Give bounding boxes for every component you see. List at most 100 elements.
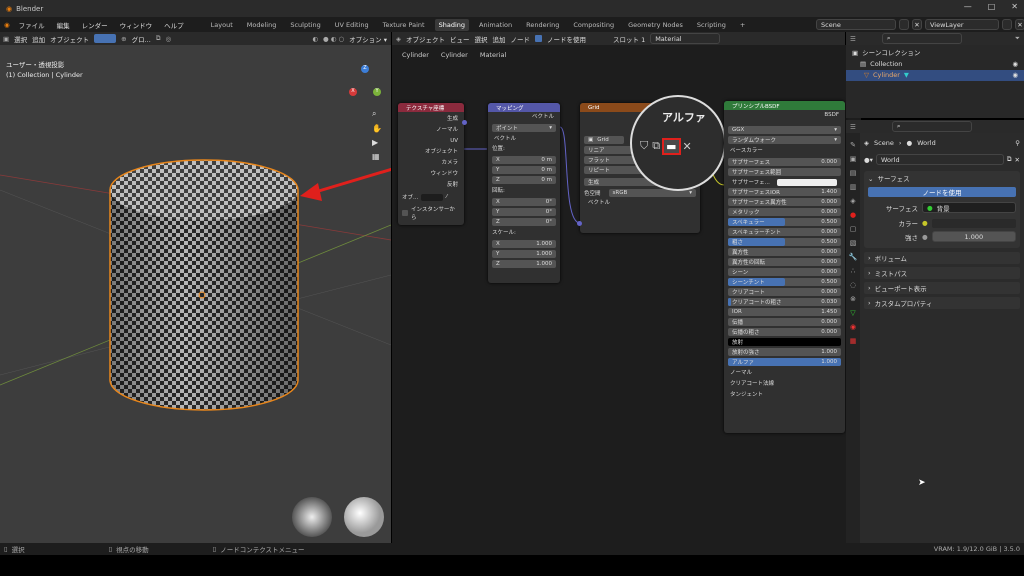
open-folder-icon[interactable]: ▬	[662, 137, 681, 155]
unlink-close-icon[interactable]: ✕	[683, 140, 692, 153]
tab-animation[interactable]: Animation	[475, 19, 516, 31]
outliner-search-input[interactable]: ⌕	[881, 33, 962, 44]
tab-compositing[interactable]: Compositing	[569, 19, 618, 31]
world-tab-icon[interactable]: ●	[850, 211, 856, 219]
mapping-rot-z[interactable]: Z 0°	[492, 218, 556, 226]
physics-tab-icon[interactable]: ◌	[850, 281, 856, 289]
material-selector[interactable]: Material	[650, 33, 721, 44]
menu-help[interactable]: ヘルプ	[161, 20, 187, 30]
tab-texture-paint[interactable]: Texture Paint	[379, 19, 429, 31]
vp-proportional-icon[interactable]: ◎	[165, 35, 171, 43]
viewport-display-panel-header[interactable]: › ビューポート表示	[864, 282, 1020, 294]
node-editor-type-icon[interactable]: ◈	[396, 35, 401, 43]
bsdf-input-row[interactable]: サブサーフェス 0.000	[728, 158, 841, 166]
ne-menu-view[interactable]: ビュー	[450, 34, 470, 44]
world-selector[interactable]: World	[875, 154, 1004, 165]
bsdf-input-row[interactable]: クリアコートの粗さ 0.030	[728, 298, 841, 306]
instancer-checkbox[interactable]	[402, 210, 408, 216]
mapping-scale-x[interactable]: X 1.000	[492, 240, 556, 248]
tab-layout[interactable]: Layout	[207, 19, 237, 31]
surface-panel-header[interactable]: ⌄ サーフェス	[868, 174, 1016, 184]
visibility-eye-icon[interactable]: ◉	[1012, 59, 1018, 70]
grid-vector-socket[interactable]	[577, 221, 582, 226]
tab-scripting[interactable]: Scripting	[693, 19, 730, 31]
output-tab-icon[interactable]: ▤	[850, 169, 857, 177]
bsdf-input-row[interactable]: 伝播の粗さ 0.000	[728, 328, 841, 336]
properties-search-input[interactable]: ⌕	[891, 121, 972, 132]
vp-mode-icon[interactable]	[94, 34, 117, 43]
vp-transform-icon[interactable]: ⊕	[121, 35, 126, 43]
bsdf-input-row[interactable]: スペキュラー 0.500	[728, 218, 841, 226]
bsdf-input-row[interactable]: シーンチント 0.500	[728, 278, 841, 286]
custom-properties-panel-header[interactable]: › カスタムプロパティ	[864, 297, 1020, 309]
gizmo-x-axis[interactable]: X	[349, 88, 357, 96]
bsdf-input-row[interactable]: クリアコート 0.000	[728, 288, 841, 296]
vp-snap-icon[interactable]: ⧉	[156, 34, 161, 43]
principled-bsdf-node[interactable]: プリンシプルBSDF BSDF GGX ▾ ランダムウォーク ▾ ベースカラー サブ…	[724, 101, 845, 433]
fake-user-shield-icon[interactable]: ⛉	[640, 139, 648, 153]
world-selector-icon[interactable]: ●▾	[864, 156, 873, 164]
menu-file[interactable]: ファイル	[16, 20, 48, 30]
background-color-swatch[interactable]	[931, 218, 1016, 228]
mapping-node[interactable]: マッピング ベクトル ポイント ▾ ベクトル 位置: X 0 m Y 0 m Z 0 m…	[488, 103, 560, 283]
gizmo-z-axis[interactable]: Z	[361, 65, 369, 73]
tab-sculpting[interactable]: Sculpting	[286, 19, 324, 31]
eyedropper-icon[interactable]: ⁄	[446, 194, 447, 200]
bsdf-input-row[interactable]: 放射	[728, 338, 841, 346]
sss-method-dropdown[interactable]: ランダムウォーク ▾	[728, 136, 841, 144]
bsdf-input-row[interactable]: サブサーフェス異方性 0.000	[728, 198, 841, 206]
world-remove-icon[interactable]: ✕	[1015, 156, 1020, 164]
gizmo-y-axis[interactable]: Y	[373, 88, 381, 96]
vp-menu-select[interactable]: 選択	[14, 34, 27, 44]
texture-tab-icon[interactable]: ▦	[850, 337, 857, 345]
filter-icon[interactable]: ⏷	[1015, 34, 1020, 43]
world-copy-icon[interactable]: ⧉	[1007, 155, 1012, 164]
outliner-row-cylinder[interactable]: ▽ Cylinder ▼ ◉	[846, 70, 1024, 81]
editor-type-icon[interactable]: ▣	[3, 35, 9, 43]
scene-tab-icon[interactable]: ◈	[850, 197, 855, 205]
menu-window[interactable]: ウィンドウ	[117, 20, 156, 30]
modifier-tab-icon[interactable]: 🔧	[849, 253, 858, 261]
image-selector[interactable]: ▣ Grid	[584, 136, 624, 144]
tab-rendering[interactable]: Rendering	[522, 19, 563, 31]
properties-type-icon[interactable]: ☰	[850, 123, 856, 131]
mapping-rot-y[interactable]: Y 0°	[492, 208, 556, 216]
object-tab-icon[interactable]: ▧	[850, 239, 857, 247]
bsdf-input-row[interactable]: IOR 1.450	[728, 308, 841, 316]
mapping-scale-z[interactable]: Z 1.000	[492, 260, 556, 268]
data-tab-icon[interactable]: ▽	[850, 309, 855, 317]
vp-menu-object[interactable]: オブジェクト	[50, 34, 89, 44]
camera-view-icon[interactable]: ▶	[372, 138, 382, 147]
scene-copy-icon[interactable]	[899, 19, 909, 30]
viewlayer-selector[interactable]: ViewLayer	[925, 19, 999, 30]
vp-options-button[interactable]: オプション ▾	[349, 34, 387, 44]
use-nodes-checkbox[interactable]	[535, 35, 542, 42]
bsdf-input-row[interactable]: サブサーフェス範囲	[728, 168, 841, 176]
subsurface-color-swatch[interactable]	[777, 178, 837, 186]
node-editor[interactable]: Cylinder Cylinder Material テクスチャ座標 生成 ノー…	[392, 45, 861, 543]
mapping-type-dropdown[interactable]: ポイント ▾	[492, 124, 556, 132]
bsdf-input-row[interactable]: シーン 0.000	[728, 268, 841, 276]
mist-pass-panel-header[interactable]: › ミストパス	[864, 267, 1020, 279]
vp-menu-add[interactable]: 追加	[32, 34, 45, 44]
texcoord-output-socket[interactable]	[462, 120, 467, 125]
bsdf-input-row[interactable]: 放射の強さ 1.000	[728, 348, 841, 356]
outliner-row-collection[interactable]: ▤ Collection ◉	[852, 59, 1018, 70]
mapping-loc-y[interactable]: Y 0 m	[492, 166, 556, 174]
material-tab-icon[interactable]: ◉	[850, 323, 856, 331]
bsdf-input-row[interactable]: サブサーフェスIOR 1.400	[728, 188, 841, 196]
zoom-icon[interactable]: ⌕	[372, 109, 382, 119]
ne-menu-add[interactable]: 追加	[493, 34, 506, 44]
constraints-tab-icon[interactable]: ⊗	[850, 295, 856, 303]
blender-menu-icon[interactable]: ◉	[4, 21, 10, 29]
bsdf-input-row[interactable]: 粗さ 0.500	[728, 238, 841, 246]
texture-coordinate-node[interactable]: テクスチャ座標 生成 ノーマル UV オブジェクト カメラ ウィンドウ 反射 オ…	[398, 103, 467, 225]
bsdf-input-row[interactable]: アルファ 1.000	[728, 358, 841, 366]
distribution-dropdown[interactable]: GGX ▾	[728, 126, 841, 134]
tab-shading[interactable]: Shading	[434, 18, 469, 31]
slot-dropdown[interactable]: スロット 1	[613, 34, 645, 44]
minimize-button[interactable]: —	[964, 2, 972, 11]
outliner-type-icon[interactable]: ☰	[850, 35, 856, 43]
ortho-grid-icon[interactable]: ▦	[372, 152, 382, 161]
collection-tab-icon[interactable]: ▢	[850, 225, 857, 233]
